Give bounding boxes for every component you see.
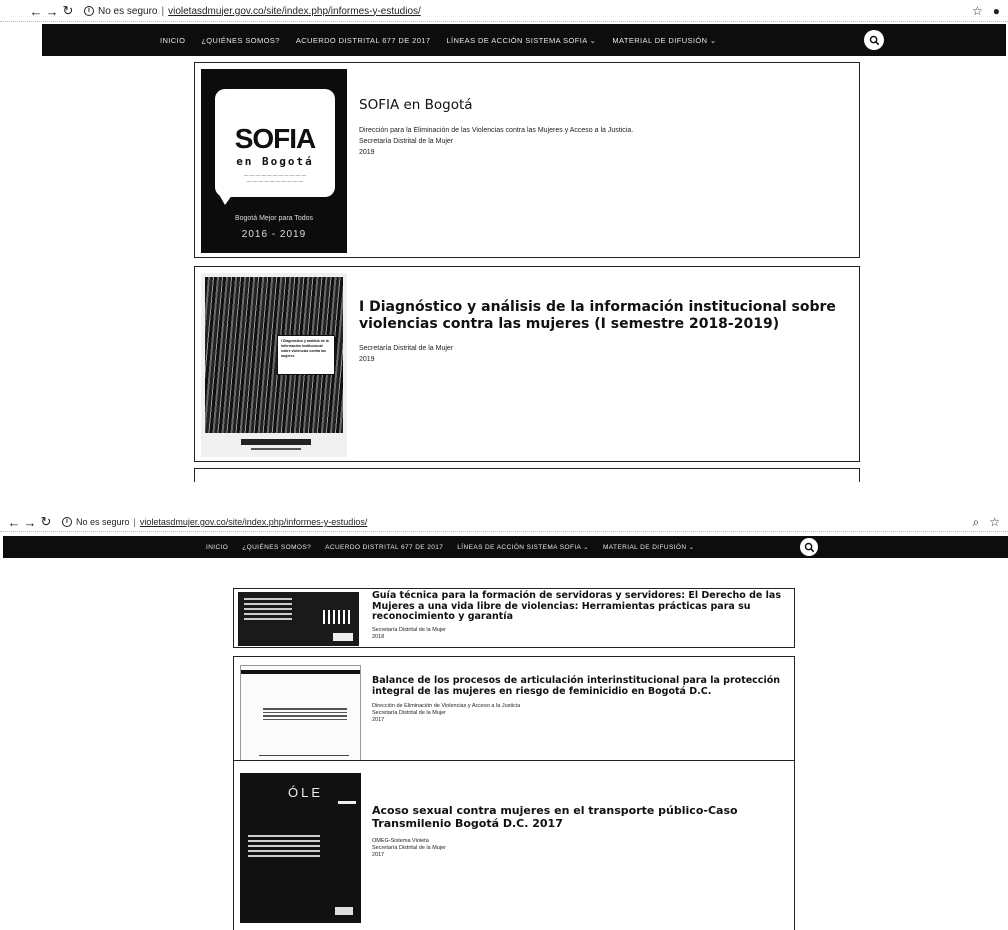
card-meta-1: Dirección para la Eliminación de las Vio…: [359, 127, 634, 134]
search-icon: [869, 35, 879, 45]
forward-arrow-icon[interactable]: →: [44, 4, 60, 19]
cover-title-lines: [263, 708, 347, 722]
card-body: Balance de los procesos de articulación …: [372, 675, 792, 724]
card-meta-2: Secretaría Distrital de la Mujer: [359, 138, 454, 145]
card-title[interactable]: Guía técnica para la formación de servid…: [372, 590, 792, 623]
back-arrow-icon[interactable]: ←: [6, 515, 22, 530]
nav-item-quienes-somos[interactable]: ¿QUIÉNES SOMOS?: [242, 544, 311, 551]
card-title[interactable]: Balance de los procesos de articulación …: [372, 675, 792, 697]
card-meta-1: Dirección de Eliminación de Violencias y…: [372, 703, 521, 709]
cover-image[interactable]: SOFIA en Bogotá — — — — — — — — — — — — —…: [201, 69, 347, 253]
cover-pattern: I Diagnóstico y análisis de la informaci…: [205, 277, 343, 433]
sofia-logo: SOFIA: [234, 123, 317, 154]
cover-years: 2016 - 2019: [241, 229, 307, 240]
site-navbar: INICIO ¿QUIÉNES SOMOS? ACUERDO DISTRITAL…: [3, 536, 1008, 558]
card-meta-3: 2019: [359, 149, 375, 156]
card-body: Acoso sexual contra mujeres en el transp…: [372, 804, 792, 859]
screenshot-top: ← → ↻ i No es seguro | violetasdmujer.go…: [0, 0, 1008, 482]
cover-logo: [333, 633, 353, 641]
bubble-tail: [217, 191, 235, 205]
cover-image[interactable]: ÓLE: [240, 773, 361, 923]
screenshot-bottom: ← → ↻ i No es seguro | violetasdmujer.go…: [0, 512, 1008, 930]
not-secure-label: No es seguro: [98, 5, 158, 17]
info-icon[interactable]: i: [62, 517, 72, 527]
bookmark-star-icon[interactable]: ☆: [989, 515, 1000, 529]
publication-card[interactable]: Balance de los procesos de articulación …: [233, 656, 795, 772]
card-meta-1: OMEG-Sistema Violeta: [372, 838, 429, 844]
cover-title-box: I Diagnóstico y análisis de la informaci…: [277, 335, 335, 375]
card-body: SOFIA en Bogotá Dirección para la Elimin…: [359, 97, 849, 158]
url-field[interactable]: violetasdmujer.gov.co/site/index.php/inf…: [140, 517, 367, 527]
forward-arrow-icon[interactable]: →: [22, 515, 38, 530]
nav-item-inicio[interactable]: INICIO: [160, 36, 185, 45]
card-meta-2: Secretaría Distrital de la Mujer: [372, 710, 446, 716]
nav-item-lineas[interactable]: LÍNEAS DE ACCIÓN SISTEMA SOFIA ⌄: [457, 543, 589, 551]
cover-rule: [338, 801, 356, 804]
cover-title-lines: [244, 598, 292, 623]
card-meta-3: 2017: [372, 717, 385, 723]
reload-icon[interactable]: ↻: [38, 514, 54, 530]
browser-toolbar: ← → ↻ i No es seguro | violetasdmujer.go…: [0, 514, 1008, 530]
site-navbar: INICIO ¿QUIÉNES SOMOS? ACUERDO DISTRITAL…: [42, 24, 1006, 56]
cover-wordmark: ÓLE: [288, 785, 324, 800]
publication-card[interactable]: SOFIA en Bogotá — — — — — — — — — — — — —…: [194, 62, 860, 258]
card-title[interactable]: SOFIA en Bogotá: [359, 97, 849, 113]
card-meta-2: 2019: [359, 356, 375, 363]
url-separator: |: [161, 5, 165, 17]
card-meta-3: 2017: [372, 852, 385, 858]
cover-image[interactable]: [238, 592, 359, 646]
cover-logo: [335, 907, 353, 915]
reload-icon[interactable]: ↻: [60, 3, 76, 19]
publication-card-partial[interactable]: [194, 468, 860, 482]
card-title[interactable]: Acoso sexual contra mujeres en el transp…: [372, 804, 792, 830]
card-body: I Diagnóstico y análisis de la informaci…: [359, 299, 853, 365]
cover-title-lines: [248, 835, 320, 860]
nav-item-material[interactable]: MATERIAL DE DIFUSIÓN ⌄: [603, 543, 695, 551]
search-button[interactable]: [864, 30, 884, 50]
url-field[interactable]: violetasdmujer.gov.co/site/index.php/inf…: [168, 6, 421, 17]
nav-item-acuerdo[interactable]: ACUERDO DISTRITAL 677 DE 2017: [325, 544, 443, 551]
back-arrow-icon[interactable]: ←: [28, 4, 44, 19]
cover-figures: [323, 610, 351, 624]
cover-image[interactable]: [240, 665, 361, 765]
card-meta-1: Secretaría Distrital de la Mujer: [359, 345, 454, 352]
cover-footer-line: [251, 448, 301, 450]
nav-item-inicio[interactable]: INICIO: [206, 544, 228, 551]
publication-card[interactable]: ÓLE Acoso sexual contra mujeres en el tr…: [233, 760, 795, 930]
card-meta-2: Secretaría Distrital de la Mujer: [372, 845, 446, 851]
search-button[interactable]: [800, 538, 818, 556]
cover-slogan: Bogotá Mejor para Todos: [234, 215, 314, 222]
toolbar-divider: [0, 531, 1008, 532]
sofia-city: en Bogotá: [236, 155, 314, 168]
cover-top-bar: [241, 670, 360, 674]
not-secure-label: No es seguro: [76, 517, 130, 527]
card-body: Guía técnica para la formación de servid…: [372, 590, 792, 641]
zoom-icon[interactable]: ⌕: [973, 515, 980, 530]
toolbar-divider: [0, 21, 1008, 22]
search-icon: [804, 542, 814, 552]
main-menu: INICIO ¿QUIÉNES SOMOS? ACUERDO DISTRITAL…: [206, 543, 695, 552]
nav-item-quienes-somos[interactable]: ¿QUIÉNES SOMOS?: [201, 36, 280, 45]
nav-item-material[interactable]: MATERIAL DE DIFUSIÓN ⌄: [612, 36, 716, 45]
browser-toolbar: ← → ↻ i No es seguro | violetasdmujer.go…: [0, 2, 1008, 20]
publication-card[interactable]: Guía técnica para la formación de servid…: [233, 588, 795, 648]
cover-image[interactable]: I Diagnóstico y análisis de la informaci…: [201, 273, 347, 457]
cover-footer-line: [259, 754, 349, 756]
cover-footer-bar: [241, 439, 311, 445]
nav-item-acuerdo[interactable]: ACUERDO DISTRITAL 677 DE 2017: [296, 36, 431, 45]
sofia-tagline: — — — — — — — — — — — — — — — — — — — — —: [243, 173, 306, 184]
account-icon[interactable]: ●: [993, 4, 1000, 18]
card-meta-1: Secretaría Distrital de la Mujer: [372, 626, 446, 633]
publication-card[interactable]: I Diagnóstico y análisis de la informaci…: [194, 266, 860, 462]
info-icon[interactable]: i: [84, 6, 94, 16]
bookmark-star-icon[interactable]: ☆: [972, 4, 983, 18]
speech-bubble-shape: SOFIA en Bogotá — — — — — — — — — — — — —…: [215, 89, 335, 197]
card-title[interactable]: I Diagnóstico y análisis de la informaci…: [359, 299, 853, 333]
nav-item-lineas[interactable]: LÍNEAS DE ACCIÓN SISTEMA SOFIA ⌄: [446, 36, 596, 45]
main-menu: INICIO ¿QUIÉNES SOMOS? ACUERDO DISTRITAL…: [160, 36, 717, 45]
url-separator: |: [133, 517, 136, 527]
card-meta-2: 2018: [372, 633, 385, 640]
